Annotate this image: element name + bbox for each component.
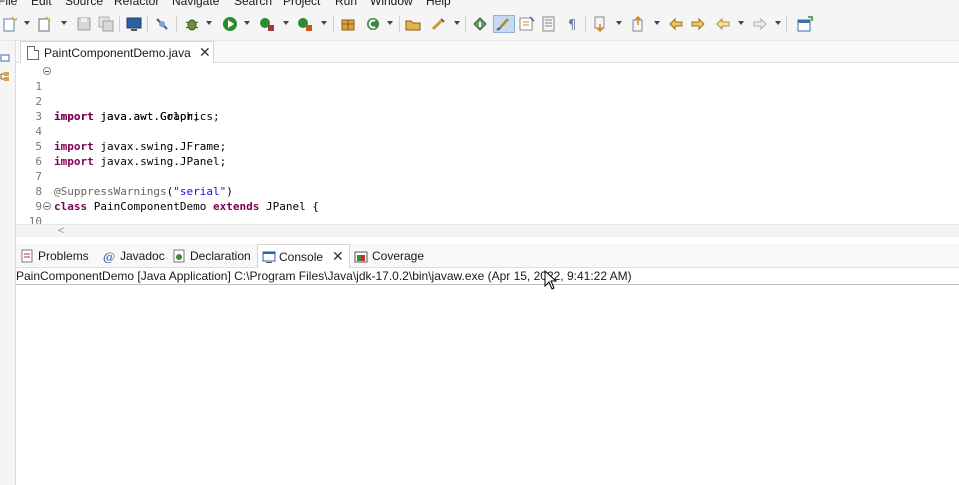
open-type-icon[interactable]	[405, 16, 421, 32]
menu-source[interactable]: Source	[65, 0, 103, 8]
search-icon[interactable]	[430, 16, 446, 32]
tab-problems[interactable]: Problems	[16, 244, 94, 268]
menu-refactor[interactable]: Refactor	[114, 0, 159, 8]
prev-annotation-icon[interactable]	[630, 16, 646, 32]
run-last-icon[interactable]	[259, 16, 275, 32]
editor-tab-paintcomponentdemo[interactable]: PaintComponentDemo.java ✕	[20, 41, 214, 63]
run-icon[interactable]	[222, 16, 238, 32]
fold-collapse-icon[interactable]	[43, 67, 51, 75]
code-line: 8 class PainComponentDemo extends JPanel…	[16, 169, 959, 213]
new-wizard-dropdown-icon[interactable]	[61, 21, 67, 25]
tab-label: Problems	[38, 249, 89, 263]
tab-javadoc[interactable]: @ Javadoc	[98, 244, 168, 268]
next-annotation-icon[interactable]	[541, 16, 557, 32]
debug-skip-icon[interactable]	[154, 16, 170, 32]
toggle-block-icon[interactable]	[493, 15, 515, 33]
menu-navigate[interactable]: Navigate	[172, 0, 219, 8]
code-line: 9	[16, 184, 959, 213]
prev-annotation-dropdown-icon[interactable]	[654, 21, 660, 25]
fold-collapse-icon[interactable]	[43, 202, 51, 210]
new-icon[interactable]	[2, 16, 18, 32]
next-annotation-icon[interactable]	[592, 16, 608, 32]
java-file-icon	[27, 46, 39, 60]
javadoc-icon: @	[102, 249, 116, 264]
back-dropdown-icon[interactable]	[738, 21, 744, 25]
terminal-icon[interactable]	[126, 16, 142, 32]
menu-window[interactable]: Window	[370, 0, 413, 8]
external-tools-icon[interactable]	[297, 16, 313, 32]
console-icon	[262, 250, 276, 264]
pilcrow-icon[interactable]: ¶	[565, 16, 581, 32]
last-edit-icon[interactable]	[690, 16, 706, 32]
menu-help[interactable]: Help	[426, 0, 451, 8]
coverage-icon	[354, 249, 368, 263]
left-trim-bar	[0, 41, 16, 485]
tab-declaration[interactable]: Declaration	[168, 244, 256, 268]
new-package-icon[interactable]	[340, 16, 356, 32]
run-last-dropdown-icon[interactable]	[283, 21, 289, 25]
code-line: 11 setBackground(Color.CYAN);	[16, 214, 959, 224]
show-whitespace-icon[interactable]	[519, 16, 535, 32]
new-dropdown-icon[interactable]	[24, 21, 30, 25]
new-dropdown-icon[interactable]	[37, 16, 53, 32]
external-tools-dropdown-icon[interactable]	[321, 21, 327, 25]
code-line: 2 import java.awt.Graphics;	[16, 79, 959, 123]
scroll-left-icon[interactable]: <	[58, 225, 64, 237]
code-line: 6	[16, 139, 959, 168]
debug-icon[interactable]	[184, 16, 200, 32]
menu-search[interactable]: Search	[234, 0, 272, 8]
tab-label: Declaration	[190, 249, 251, 263]
save-icon[interactable]	[76, 16, 92, 32]
code-line: 1 import java.awt.Color;	[16, 64, 959, 123]
code-area[interactable]: 1 import java.awt.Color; 2 import java.a…	[16, 64, 959, 224]
code-line: 4 import javax.swing.JFrame;	[16, 109, 959, 153]
new-class-dropdown-icon[interactable]	[387, 21, 393, 25]
menu-bar: File Edit Source Refactor Navigate Searc…	[0, 0, 959, 8]
menu-project[interactable]: Project	[283, 0, 320, 8]
code-line: 10 public PainComponentDemo() {	[16, 199, 959, 224]
editor-horizontal-scrollbar[interactable]: <	[16, 224, 959, 237]
panel-tab-bar: Problems @ Javadoc Declaration Console ✕	[16, 244, 959, 268]
next-annotation-dropdown-icon[interactable]	[616, 21, 622, 25]
forward-icon[interactable]	[752, 16, 768, 32]
code-line: 7 @SuppressWarnings("serial")	[16, 154, 959, 198]
svg-text:@: @	[103, 250, 115, 263]
menu-file[interactable]: File	[0, 0, 17, 8]
editor-tab-label: PaintComponentDemo.java	[44, 46, 191, 60]
tab-console[interactable]: Console ✕	[257, 244, 350, 268]
code-editor: PaintComponentDemo.java ✕ 1 import java.…	[16, 41, 959, 237]
declaration-icon	[172, 249, 186, 263]
bottom-panel: Problems @ Javadoc Declaration Console ✕	[16, 244, 959, 485]
code-line: 5 import javax.swing.JPanel;	[16, 124, 959, 168]
last-edit-icon[interactable]	[668, 16, 684, 32]
problems-icon	[20, 249, 34, 263]
restore-icon[interactable]	[0, 51, 10, 62]
tab-label: Console	[279, 250, 324, 264]
menu-run[interactable]: Run	[335, 0, 357, 8]
forward-dropdown-icon[interactable]	[775, 21, 781, 25]
package-explorer-icon[interactable]	[0, 71, 10, 81]
tab-label: Javadoc	[120, 249, 165, 263]
svg-text:¶: ¶	[568, 18, 576, 32]
editor-tab-bar: PaintComponentDemo.java ✕	[16, 41, 959, 63]
new-class-icon[interactable]	[365, 16, 381, 32]
mouse-cursor-icon	[544, 269, 558, 290]
run-dropdown-icon[interactable]	[244, 21, 250, 25]
tab-coverage[interactable]: Coverage	[350, 244, 430, 268]
main-toolbar: ¶	[0, 8, 959, 41]
menu-edit[interactable]: Edit	[31, 0, 52, 8]
code-line: 3	[16, 94, 959, 123]
console-output[interactable]	[16, 286, 959, 485]
open-perspective-icon[interactable]	[797, 16, 813, 32]
console-process-label: PainComponentDemo [Java Application] C:\…	[16, 269, 959, 285]
debug-dropdown-icon[interactable]	[206, 21, 212, 25]
tab-label: Coverage	[372, 249, 425, 263]
close-icon[interactable]: ✕	[199, 45, 211, 59]
search-dropdown-icon[interactable]	[454, 21, 460, 25]
toggle-highlight-icon[interactable]	[472, 16, 488, 32]
save-all-icon[interactable]	[98, 16, 114, 32]
close-icon[interactable]: ✕	[332, 249, 344, 263]
back-icon[interactable]	[715, 16, 731, 32]
